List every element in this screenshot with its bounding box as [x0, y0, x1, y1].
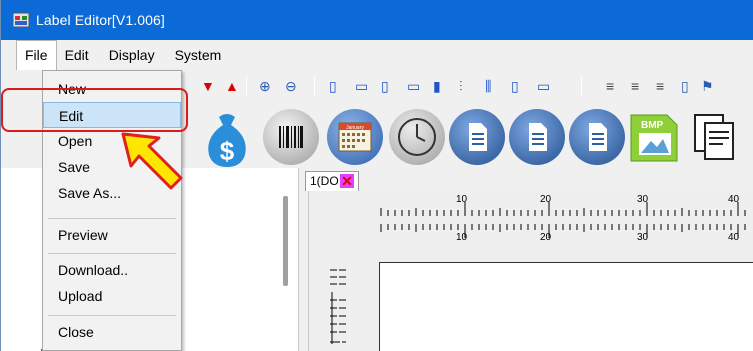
highlight-box: [1, 88, 188, 132]
vertical-ruler: [328, 262, 348, 351]
menu-item-download[interactable]: Download..: [43, 257, 181, 283]
align-top-icon[interactable]: ▭: [355, 78, 368, 94]
close-icon[interactable]: ✕: [340, 174, 354, 188]
window-title: Label Editor[V1.006]: [36, 12, 165, 28]
copy-icon[interactable]: [689, 109, 745, 165]
align-bottom-icon[interactable]: ▭: [407, 78, 420, 94]
panel-scrollbar[interactable]: [283, 196, 288, 286]
toolbar-separator: [246, 76, 247, 96]
toolbar-separator: [581, 76, 582, 96]
ruler-tick-label: 10: [456, 232, 468, 243]
document-tab-label: 1(DO: [310, 174, 339, 188]
horizontal-ruler-top: 10 20 30 40: [379, 194, 753, 218]
ruler-tick-label: 40: [728, 194, 740, 205]
menu-separator: [48, 253, 176, 254]
menu-item-close[interactable]: Close: [43, 319, 181, 345]
text-align-right-icon[interactable]: ≡: [656, 78, 664, 94]
label-canvas[interactable]: [379, 262, 753, 351]
bmp-image-icon[interactable]: BMP: [627, 109, 683, 165]
ruler-tick-label: 40: [728, 232, 740, 243]
toolbar-separator: [314, 76, 315, 96]
text-align-left-icon[interactable]: ≡: [606, 78, 614, 94]
menu-bar: File Edit Display System: [1, 40, 753, 70]
menu-separator: [48, 315, 176, 316]
bmp-label: BMP: [641, 120, 664, 131]
text-align-center-icon[interactable]: ≡: [631, 78, 639, 94]
horizontal-ruler-bottom: 10 20 30 40: [379, 222, 753, 244]
clock-icon[interactable]: [389, 109, 445, 165]
menu-edit[interactable]: Edit: [57, 40, 97, 70]
ruler-tick-label: 30: [637, 232, 649, 243]
calendar-icon[interactable]: January: [327, 109, 383, 165]
zoom-in-icon[interactable]: ⊕: [259, 78, 271, 94]
ruler-tick-label: 20: [540, 232, 552, 243]
barcode-icon[interactable]: [263, 109, 319, 165]
align-right-icon[interactable]: ▯: [381, 78, 389, 94]
menu-system[interactable]: System: [167, 40, 230, 70]
ruler-tick-label: 10: [456, 194, 468, 205]
zoom-out-icon[interactable]: ⊖: [285, 78, 297, 94]
document-icon[interactable]: [569, 109, 625, 165]
menu-display[interactable]: Display: [101, 40, 163, 70]
same-size-icon[interactable]: ▭: [537, 78, 550, 94]
arrow-down-red-icon[interactable]: ▼: [201, 78, 215, 94]
menu-item-preview[interactable]: Preview: [43, 222, 181, 248]
distribute-v-icon[interactable]: ⫶: [459, 78, 463, 94]
menu-file[interactable]: File: [16, 40, 57, 70]
app-icon: [12, 12, 30, 28]
menu-item-upload[interactable]: Upload: [43, 283, 181, 309]
arrow-up-red-icon[interactable]: ▲: [225, 78, 239, 94]
menu-separator: [48, 218, 176, 219]
document-tab[interactable]: 1(DO ✕: [305, 171, 359, 191]
flag-icon[interactable]: ⚑: [701, 78, 714, 94]
distribute-h-icon[interactable]: ▮: [433, 78, 441, 94]
app-window: Label Editor[V1.006] File Edit Display S…: [0, 0, 753, 351]
pointer-arrow-icon: [119, 130, 199, 194]
center-v-icon[interactable]: ▯: [511, 78, 519, 94]
document-icon[interactable]: [509, 109, 565, 165]
ruler-tick-label: 20: [540, 194, 552, 205]
document-icon[interactable]: [449, 109, 505, 165]
money-bag-icon[interactable]: $: [197, 109, 257, 167]
align-left-icon[interactable]: ▯: [329, 78, 337, 94]
page-icon[interactable]: ▯: [681, 78, 689, 94]
center-h-icon[interactable]: ⫼: [485, 78, 491, 94]
title-bar: Label Editor[V1.006]: [1, 0, 753, 40]
ruler-tick-label: 30: [637, 194, 649, 205]
calendar-month-label: January: [346, 125, 364, 131]
svg-text:$: $: [220, 136, 235, 166]
